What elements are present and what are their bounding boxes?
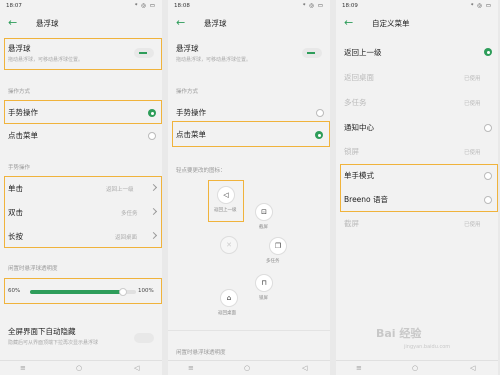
gesture-radio-selected[interactable]	[148, 109, 156, 117]
page-title: 自定义菜单	[372, 19, 410, 28]
menu-icon[interactable]: ≡	[20, 364, 26, 372]
status-time: 18:08	[174, 3, 190, 9]
back-arrow-icon[interactable]: ←	[344, 16, 353, 29]
status-time: 18:07	[6, 3, 22, 9]
menu-icon[interactable]: ≡	[188, 364, 194, 372]
float-ball-label: 悬浮球	[176, 44, 199, 53]
menu-item-notification-radio[interactable]	[484, 124, 492, 132]
menu-item-screenshot-state: 已使用	[464, 222, 481, 228]
back-arrow-icon[interactable]: ←	[8, 16, 17, 29]
page-title: 悬浮球	[36, 19, 59, 28]
status-time: 18:09	[342, 3, 358, 9]
section-opacity: 闲置时悬浮球透明度	[8, 266, 58, 272]
opacity-min: 60%	[8, 288, 21, 294]
option-gesture-label[interactable]: 手势操作	[176, 107, 206, 118]
float-ball-toggle[interactable]	[134, 48, 154, 58]
header: ← 悬浮球	[0, 12, 162, 34]
home-icon[interactable]: ⌂	[220, 289, 238, 307]
nav-bar: ≡ ○ ◁	[0, 360, 162, 375]
close-x-icon[interactable]: ✕	[220, 236, 238, 254]
icon-label-back: 返回上一级	[214, 208, 237, 213]
option-tap-menu-label[interactable]: 点击菜单	[8, 130, 38, 141]
multitask-icon[interactable]: ❐	[269, 237, 287, 255]
opacity-slider[interactable]	[30, 288, 136, 296]
menu-item-screenshot: 截屏	[344, 219, 359, 228]
opacity-slider-fill	[30, 290, 124, 294]
screenshot-icon[interactable]: ⊡	[255, 203, 273, 221]
option-gesture-label[interactable]: 手势操作	[8, 107, 38, 118]
double-tap-value: 多任务	[121, 211, 138, 217]
home-icon[interactable]: ○	[244, 364, 250, 372]
menu-item-multitask-state: 已使用	[464, 101, 481, 107]
nav-bar: ≡ ○ ◁	[168, 360, 330, 375]
status-icons: * ◎ ▭	[134, 3, 156, 9]
status-bar: 18:07 * ◎ ▭	[0, 0, 162, 12]
menu-item-multitask: 多任务	[344, 98, 367, 107]
fullscreen-hide-desc: 隐藏后可从界面顶端下拉再次显示悬浮球	[8, 340, 99, 346]
watermark: Bai 经验	[376, 327, 422, 340]
highlight-box	[4, 176, 162, 248]
section-op-mode: 操作方式	[8, 89, 31, 95]
settings-screen-float-ball-menu: 18:08 * ◎ ▭ ← 悬浮球 悬浮球 拖动悬浮球，可移动悬浮球位置。 操作…	[168, 0, 330, 375]
tap-menu-radio[interactable]	[148, 132, 156, 140]
menu-item-home: 返回桌面	[344, 73, 374, 82]
status-bar: 18:08 * ◎ ▭	[168, 0, 330, 12]
lock-icon[interactable]: ⊓	[255, 274, 273, 292]
long-press-value: 返回桌面	[115, 235, 138, 241]
float-ball-desc: 拖动悬浮球，可移动悬浮球位置。	[176, 57, 252, 63]
status-icons: * ◎ ▭	[302, 3, 324, 9]
menu-item-back[interactable]: 返回上一级	[344, 47, 382, 58]
gesture-radio[interactable]	[316, 109, 324, 117]
custom-menu-screen: 18:09 * ◎ ▭ ← 自定义菜单 返回上一级 返回桌面 已使用 多任务 已…	[336, 0, 498, 375]
menu-item-back-check[interactable]	[484, 48, 492, 56]
menu-item-lock: 锁屏	[344, 147, 359, 156]
icon-label-screenshot: 截屏	[259, 225, 268, 230]
icon-label-home: 返回桌面	[218, 311, 236, 316]
fullscreen-hide-label: 全屏界面下自动隐藏	[8, 327, 76, 336]
watermark-url: jingyan.baidu.com	[404, 344, 451, 350]
menu-item-home-state: 已使用	[464, 76, 481, 82]
opacity-max: 100%	[138, 288, 154, 294]
section-gesture: 手势操作	[8, 165, 31, 171]
menu-item-notification[interactable]: 通知中心	[344, 122, 374, 133]
settings-screen-float-ball-gesture: 18:07 * ◎ ▭ ← 悬浮球 悬浮球 拖动悬浮球，可移动悬浮球位置。 操作…	[0, 0, 162, 375]
status-icons: * ◎ ▭	[470, 3, 492, 9]
section-op-mode: 操作方式	[176, 89, 199, 95]
home-icon[interactable]: ○	[76, 364, 82, 372]
page-title: 悬浮球	[204, 19, 227, 28]
back-icon[interactable]: ◁	[302, 364, 307, 372]
single-tap-label[interactable]: 单击	[8, 183, 23, 194]
float-ball-desc: 拖动悬浮球，可移动悬浮球位置。	[8, 57, 84, 63]
fullscreen-hide-toggle[interactable]	[134, 333, 154, 343]
nav-bar: ≡ ○ ◁	[336, 360, 498, 375]
tap-menu-radio-selected[interactable]	[315, 131, 323, 139]
header: ← 悬浮球	[168, 12, 330, 34]
header: ← 自定义菜单	[336, 12, 498, 34]
divider	[168, 330, 330, 331]
back-icon[interactable]: ◁	[470, 364, 475, 372]
icon-prompt: 轻点要更改的图标：	[176, 168, 226, 174]
menu-item-breeno[interactable]: Breeno 语音	[344, 194, 388, 205]
menu-item-one-hand[interactable]: 单手模式	[344, 170, 374, 181]
back-icon[interactable]: ◁	[134, 364, 139, 372]
status-bar: 18:09 * ◎ ▭	[336, 0, 498, 12]
menu-item-breeno-radio[interactable]	[484, 196, 492, 204]
back-triangle-icon[interactable]: ◁	[217, 186, 235, 204]
icon-label-lock: 锁屏	[259, 296, 268, 301]
long-press-label[interactable]: 长按	[8, 231, 23, 242]
section-opacity: 闲置时悬浮球透明度	[176, 350, 226, 356]
option-tap-menu-label[interactable]: 点击菜单	[176, 129, 206, 140]
back-arrow-icon[interactable]: ←	[176, 16, 185, 29]
home-icon[interactable]: ○	[412, 364, 418, 372]
menu-item-one-hand-radio[interactable]	[484, 172, 492, 180]
single-tap-value: 返回上一级	[106, 187, 134, 193]
float-ball-label: 悬浮球	[8, 44, 31, 53]
menu-item-lock-state: 已使用	[464, 150, 481, 156]
float-ball-toggle[interactable]	[302, 48, 322, 58]
double-tap-label[interactable]: 双击	[8, 207, 23, 218]
menu-icon[interactable]: ≡	[356, 364, 362, 372]
icon-label-multitask: 多任务	[266, 259, 280, 264]
